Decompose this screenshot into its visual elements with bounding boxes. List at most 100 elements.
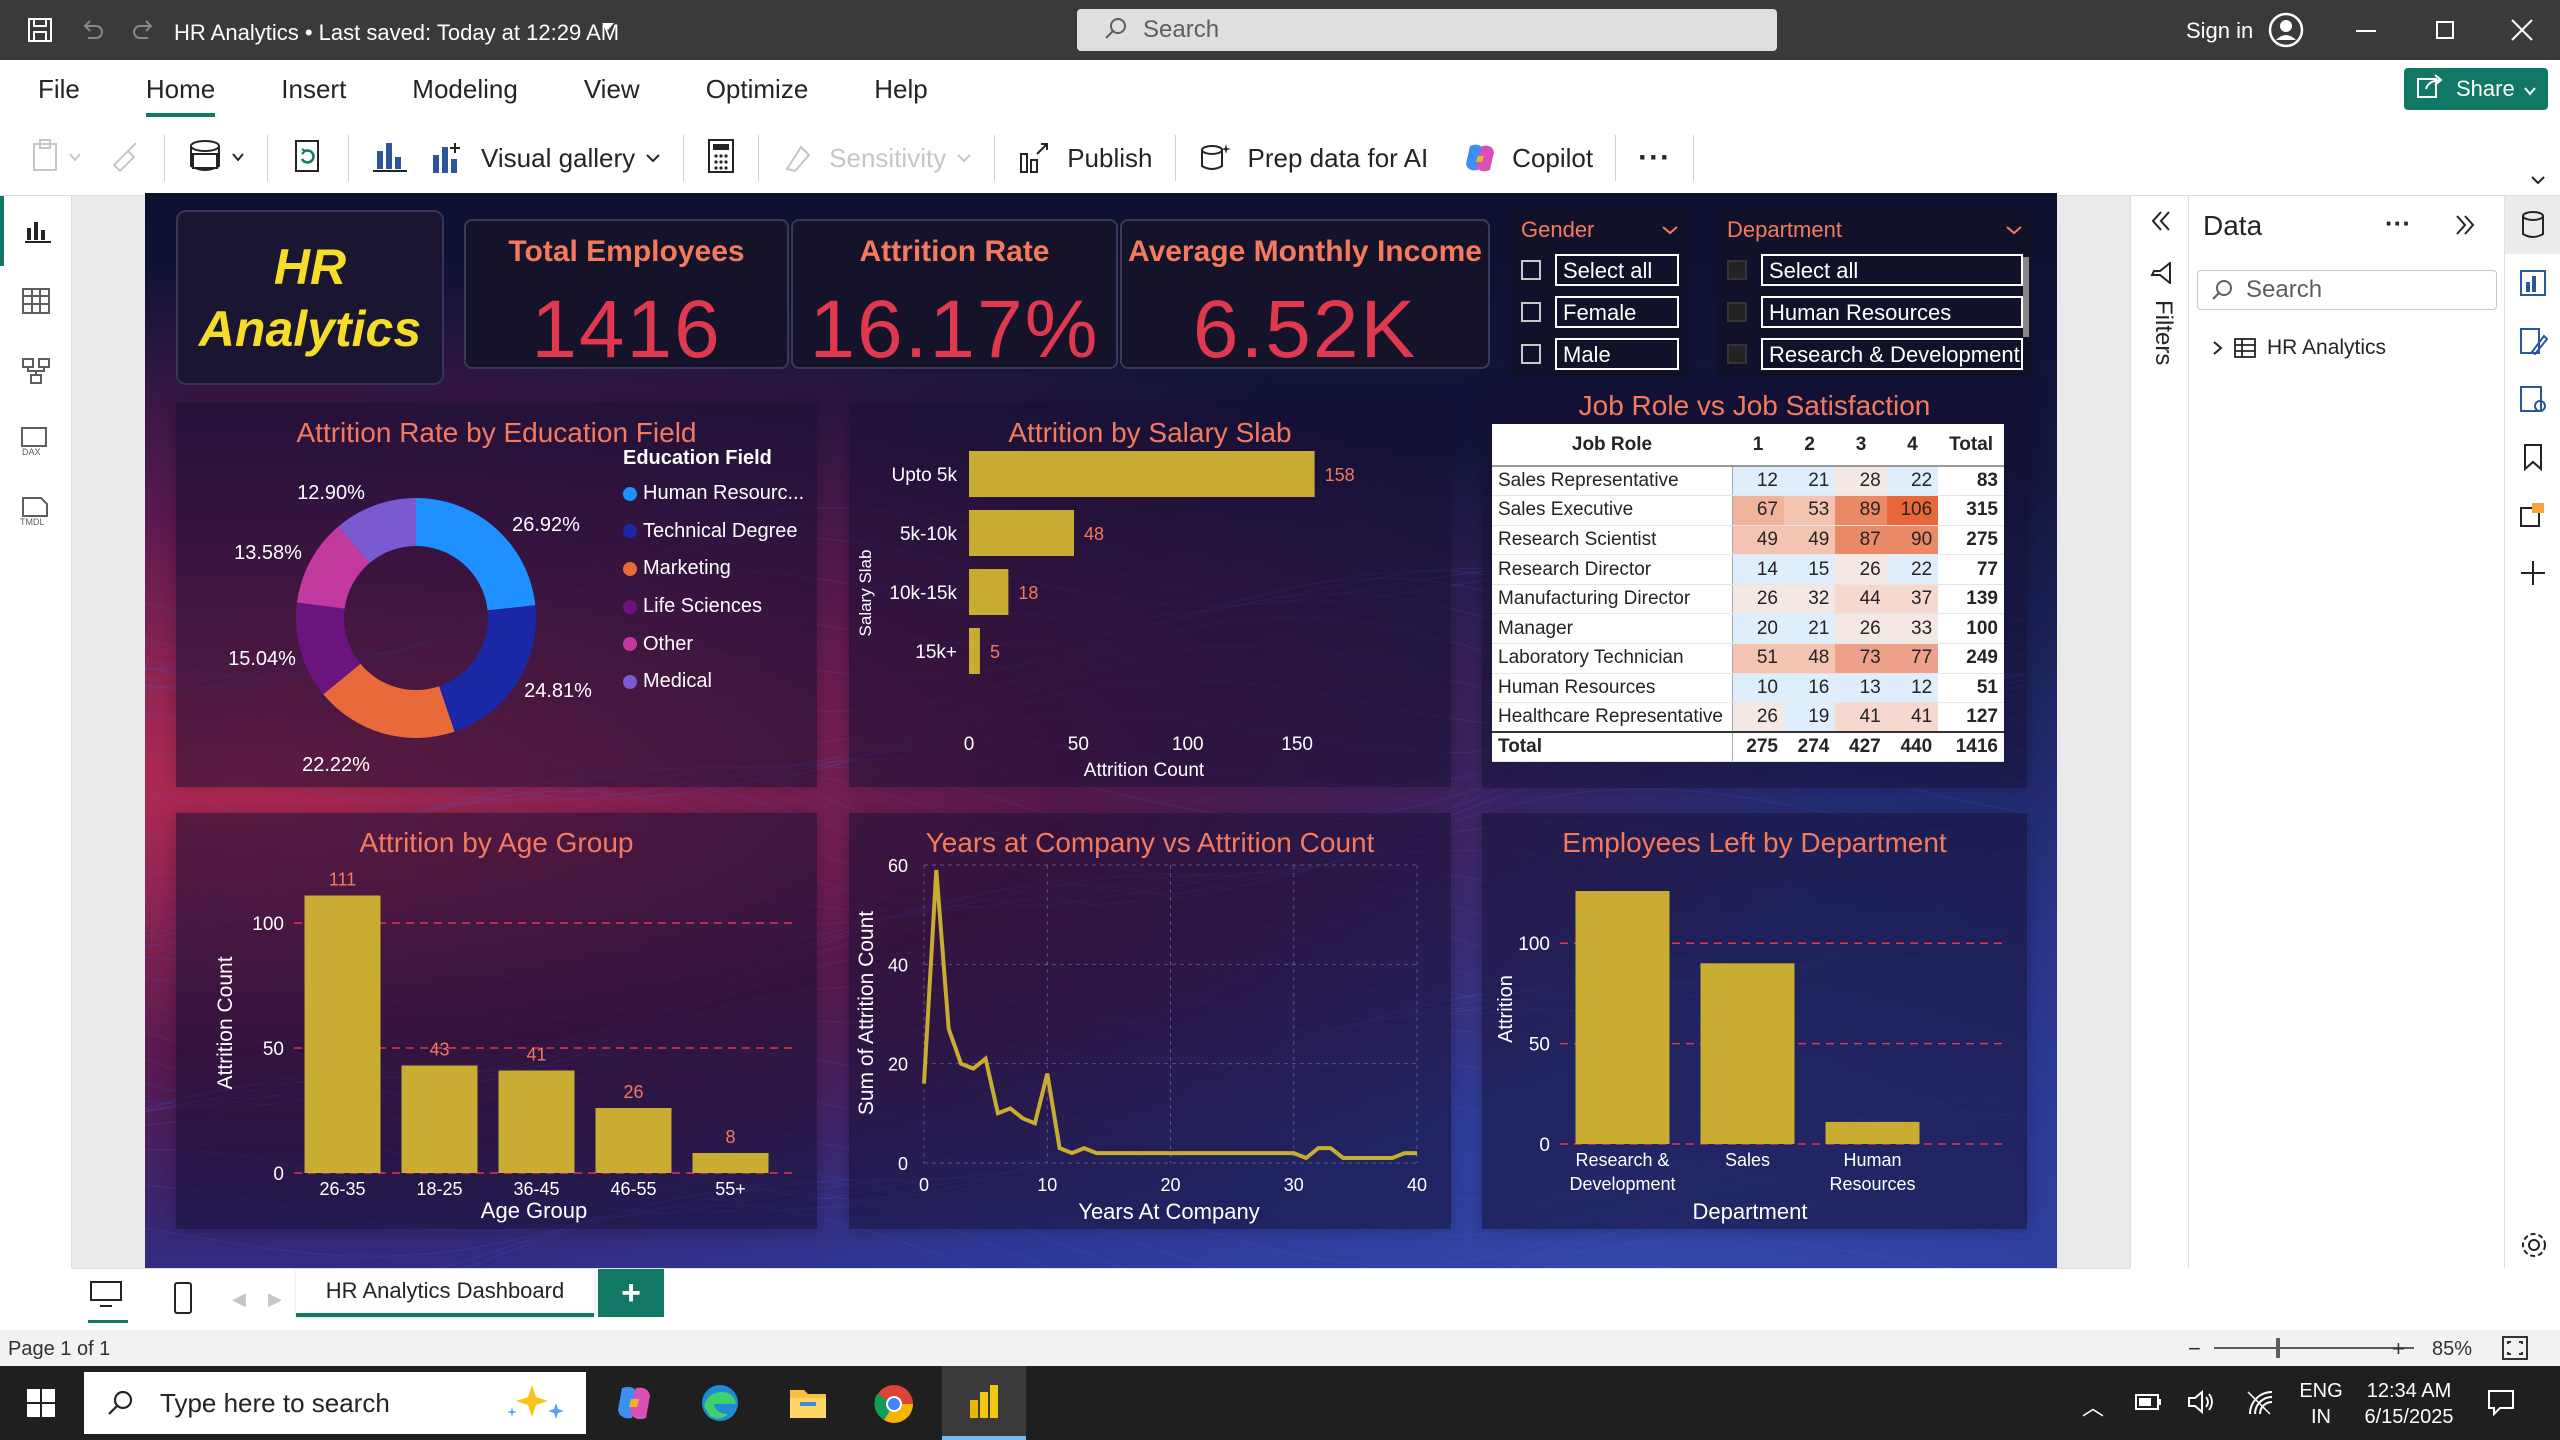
prev-page-icon[interactable]: ◀ [232, 1289, 246, 1310]
column-header[interactable]: Job Role [1492, 424, 1732, 467]
legend-item[interactable]: Life Sciences [623, 588, 804, 626]
department-option-select-all[interactable]: Select all [1727, 253, 2023, 287]
column-header[interactable]: 3 [1835, 424, 1887, 467]
bookmarks-icon[interactable] [2505, 370, 2560, 428]
close-button[interactable] [2510, 18, 2534, 47]
dax-query-view-icon[interactable]: DAX [0, 406, 72, 476]
zoom-slider[interactable] [2214, 1347, 2414, 1349]
menu-insert[interactable]: Insert [281, 74, 346, 105]
menu-view[interactable]: View [584, 74, 640, 105]
mobile-layout-icon[interactable] [172, 1281, 194, 1320]
desktop-layout-icon[interactable] [88, 1279, 128, 1323]
salary-slab-chart-panel[interactable]: Attrition by Salary Slab Upto 5k 158 5k-10… [849, 403, 1451, 787]
kpi-attrition-rate[interactable]: Attrition Rate 16.17% [791, 219, 1118, 375]
table-row[interactable]: Laboratory Technician 51 48 73 77 249 [1492, 643, 2004, 674]
menu-home[interactable]: Home [145, 74, 216, 117]
table-tree-item[interactable]: HR Analytics [2211, 336, 2386, 360]
table-row[interactable]: Healthcare Representative 26 19 41 41 127 [1492, 702, 2004, 733]
format-visual-icon[interactable] [2505, 312, 2560, 370]
checkbox[interactable] [1521, 344, 1541, 364]
copilot-button[interactable]: Copilot [1462, 140, 1593, 176]
kpi-average-monthly-income[interactable]: Average Monthly Income 6.52K [1120, 219, 1490, 375]
language-indicator[interactable]: ENG IN [2296, 1378, 2346, 1430]
legend-item[interactable]: Technical Degree [623, 513, 804, 551]
selection-pane-icon[interactable] [2505, 486, 2560, 544]
tray-chevron-icon[interactable]: ︿ [2082, 1390, 2104, 1422]
column-header[interactable]: 1 [1732, 424, 1784, 467]
table-view-icon[interactable] [0, 266, 72, 336]
notifications-icon[interactable] [2486, 1388, 2516, 1421]
legend-item[interactable]: Other [623, 625, 804, 663]
legend-item[interactable]: Marketing [623, 550, 804, 588]
checkbox[interactable] [1521, 302, 1541, 322]
gender-option-female[interactable]: Female [1521, 295, 1679, 329]
table-row[interactable]: Research Scientist 49 49 87 90 275 [1492, 525, 2004, 556]
calculator-icon[interactable] [706, 138, 736, 179]
build-visual-icon[interactable] [2505, 254, 2560, 312]
copilot-taskbar-icon[interactable] [612, 1382, 656, 1429]
years-at-company-chart-panel[interactable]: Years at Company vs Attrition Count 0 20 4… [849, 813, 1451, 1229]
save-icon[interactable] [26, 16, 54, 49]
expand-chevron-icon[interactable] [2211, 339, 2225, 357]
next-page-icon[interactable]: ▶ [268, 1289, 282, 1310]
ribbon-collapse-icon[interactable] [2530, 172, 2546, 190]
collapse-data-pane-icon[interactable] [2453, 212, 2479, 243]
network-icon[interactable] [2246, 1388, 2276, 1421]
department-slicer-chevron-icon[interactable] [2005, 225, 2023, 235]
volume-icon[interactable] [2186, 1388, 2216, 1421]
menu-file[interactable]: File [38, 74, 80, 105]
maximize-button[interactable] [2436, 21, 2454, 39]
zoom-out-button[interactable]: − [2188, 1336, 2201, 1362]
power-bi-taskbar-button[interactable] [942, 1366, 1026, 1440]
model-view-icon[interactable] [0, 336, 72, 406]
column-header[interactable]: 2 [1783, 424, 1836, 467]
department-option-human-resources[interactable]: Human Resources [1727, 295, 2023, 329]
paste-icon[interactable] [30, 138, 64, 179]
data-pane-more-icon[interactable]: ··· [2385, 208, 2411, 239]
file-explorer-icon[interactable] [786, 1382, 830, 1429]
get-data-dropdown-icon[interactable] [231, 149, 245, 167]
gender-slicer-chevron-icon[interactable] [1661, 225, 1679, 235]
add-pane-icon[interactable] [2505, 544, 2560, 602]
sign-in-link[interactable]: Sign in [2186, 18, 2253, 44]
legend-item[interactable]: Medical [623, 663, 804, 701]
more-options-button[interactable]: ··· [1638, 141, 1671, 175]
report-view-icon[interactable] [0, 196, 72, 266]
get-data-icon[interactable] [187, 138, 227, 179]
checkbox[interactable] [1727, 302, 1747, 322]
department-option-research-development[interactable]: Research & Development [1727, 337, 2023, 371]
global-search-box[interactable]: Search [1077, 9, 1777, 51]
chrome-browser-icon[interactable] [872, 1382, 916, 1431]
paste-dropdown-icon[interactable] [68, 149, 82, 167]
table-row[interactable]: Manager 20 21 26 33 100 [1492, 613, 2004, 645]
new-visual-icon[interactable] [371, 137, 409, 180]
table-row[interactable]: Manufacturing Director 26 32 44 37 139 [1492, 584, 2004, 615]
fit-to-page-icon[interactable] [2500, 1334, 2530, 1368]
redo-icon[interactable] [130, 16, 158, 49]
tmdl-view-icon[interactable]: TMDL [0, 476, 72, 546]
publish-button[interactable]: Publish [1017, 140, 1153, 176]
page-tab-hr-analytics-dashboard[interactable]: HR Analytics Dashboard [296, 1269, 594, 1317]
education-field-chart-panel[interactable]: Attrition Rate by Education Field 26.92%… [176, 403, 817, 787]
gender-option-select-all[interactable]: Select all [1521, 253, 1679, 287]
column-header[interactable]: 4 [1886, 424, 1939, 467]
taskbar-search-box[interactable]: Type here to search [84, 1372, 586, 1434]
column-header[interactable]: Total [1938, 424, 2004, 467]
share-button[interactable]: Share [2404, 68, 2548, 110]
department-chart-panel[interactable]: Employees Left by Department 0 50 100 Resea… [1482, 813, 2027, 1229]
job-role-table-panel[interactable]: Job Role vs Job Satisfaction Job Role 1 2 3… [1482, 388, 2027, 788]
table-row[interactable]: Sales Representative 12 21 28 22 83 [1492, 466, 2004, 497]
data-pane-toggle-icon[interactable] [2505, 196, 2560, 254]
format-painter-icon[interactable] [108, 139, 142, 178]
zoom-in-button[interactable]: + [2392, 1336, 2405, 1362]
checkbox[interactable] [1727, 260, 1747, 280]
table-row[interactable]: Human Resources 10 16 13 12 51 [1492, 673, 2004, 704]
windows-start-icon[interactable] [26, 1388, 56, 1423]
minimize-button[interactable] [2356, 30, 2376, 32]
edge-browser-icon[interactable] [698, 1382, 742, 1429]
title-dropdown-icon[interactable] [600, 20, 616, 39]
undo-icon[interactable] [78, 16, 106, 49]
legend-item[interactable]: Human Resourc... [623, 475, 804, 513]
prep-data-button[interactable]: Prep data for AI [1198, 140, 1428, 176]
bookmark-icon[interactable] [2505, 428, 2560, 486]
